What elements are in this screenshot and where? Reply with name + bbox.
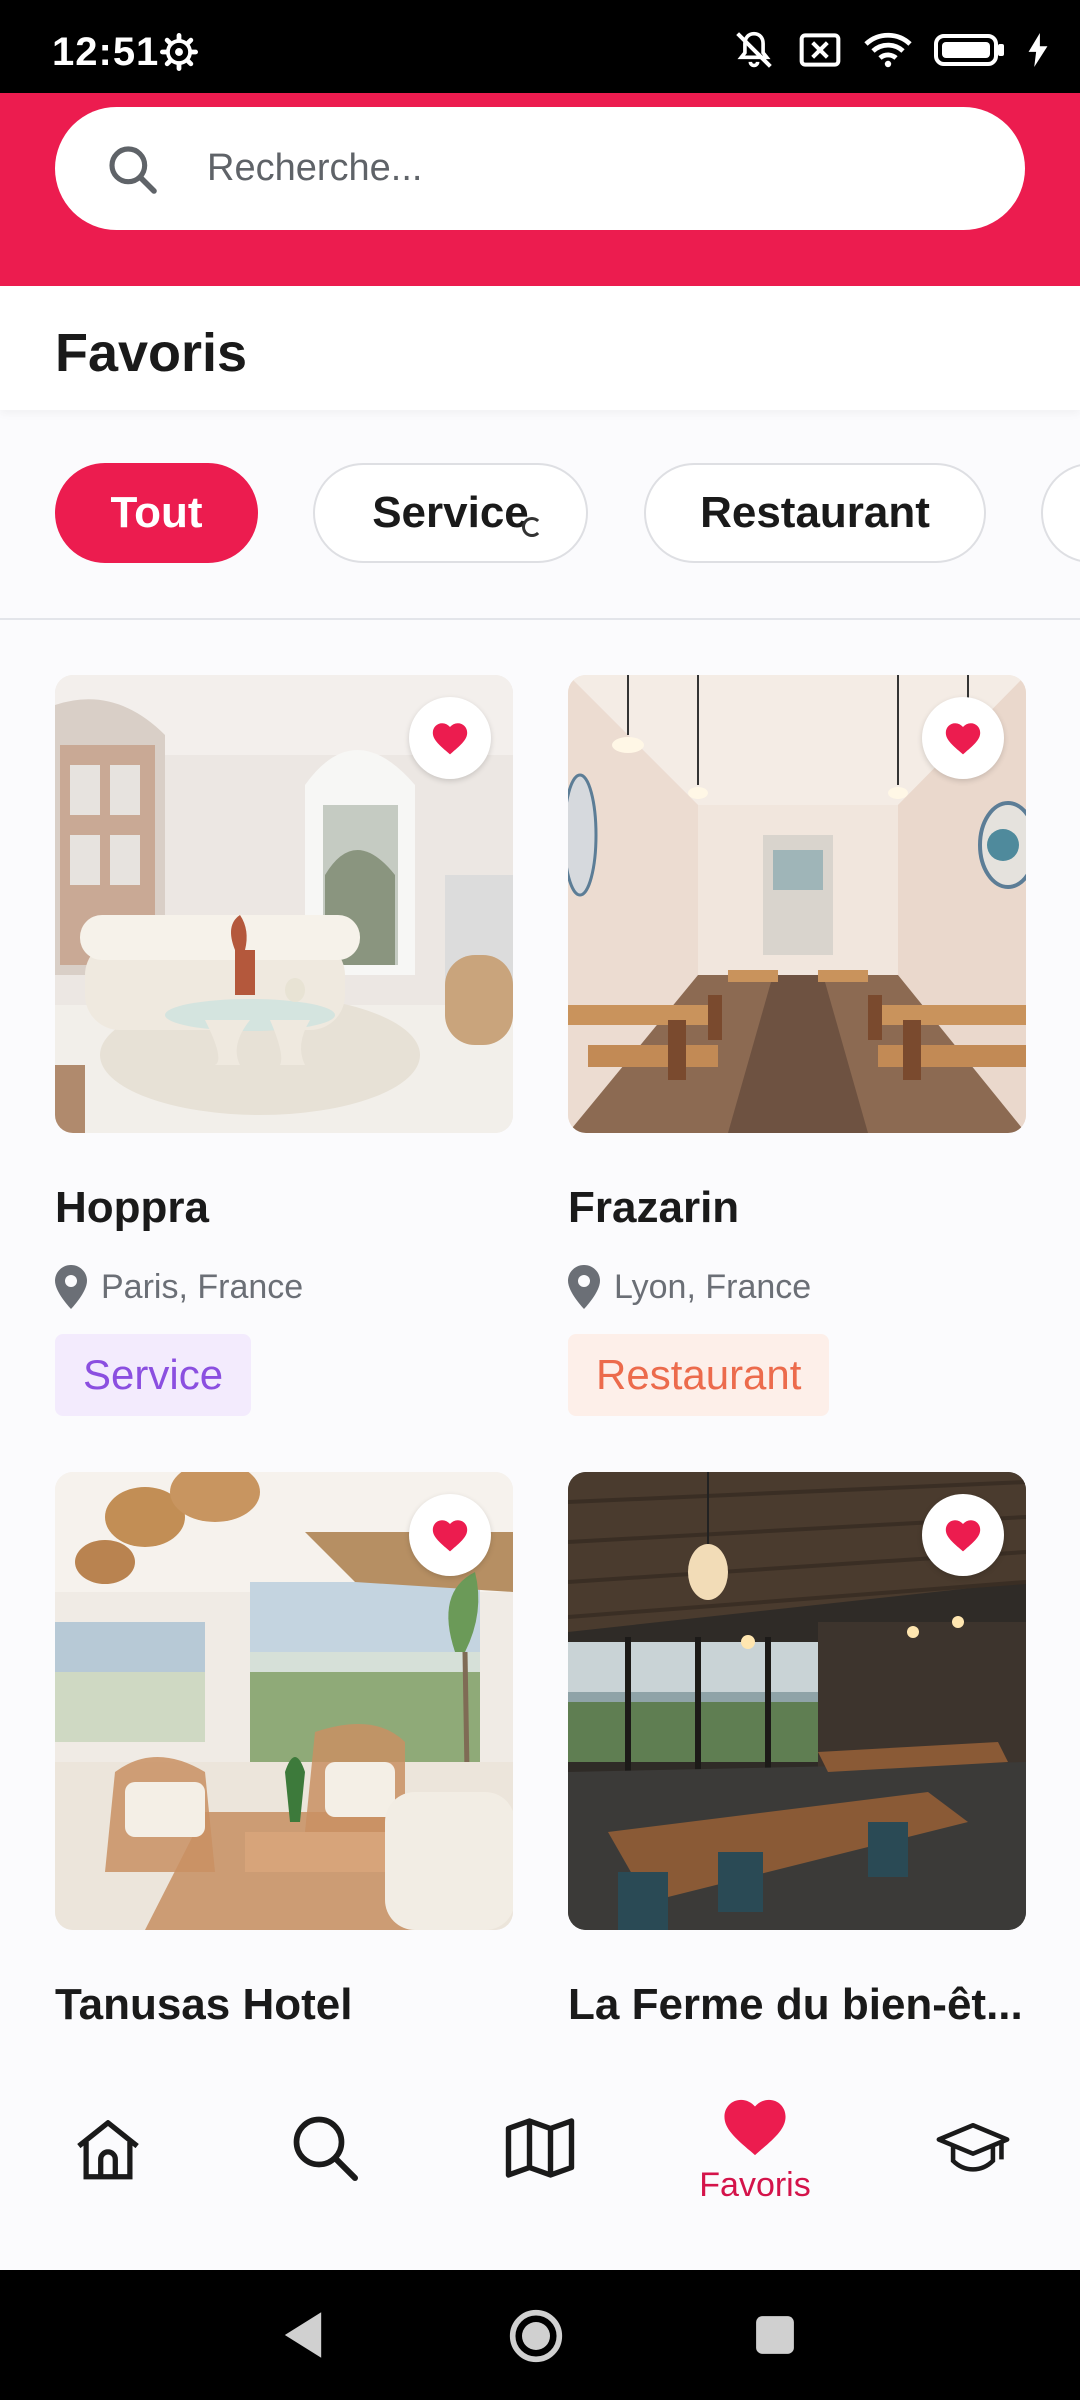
system-navigation-bar <box>0 2270 1080 2400</box>
card-title: La Ferme du bien-êt... <box>568 1980 1023 2029</box>
filter-chip-tout[interactable]: Tout <box>55 463 258 563</box>
loading-indicator <box>522 517 542 537</box>
card-title: Frazarin <box>568 1183 740 1232</box>
search-input[interactable] <box>207 107 987 230</box>
battery-icon <box>934 34 1004 66</box>
status-bar: 12:51 <box>0 0 1080 93</box>
status-time: 12:51 <box>52 30 160 74</box>
filter-chip-label: Tout <box>110 488 203 537</box>
home-button-icon[interactable] <box>508 2308 564 2364</box>
favorite-button[interactable] <box>922 697 1004 779</box>
nav-map[interactable] <box>487 2056 593 2270</box>
filter-chips: Tout Service Restaurant <box>0 410 1080 620</box>
filter-chip-restaurant[interactable]: Restaurant <box>644 463 986 563</box>
charging-icon <box>1028 33 1048 67</box>
category-tag: Restaurant <box>568 1334 830 1416</box>
heart-icon <box>724 2099 786 2156</box>
card-title: Tanusas Hotel <box>55 1980 353 2029</box>
nav-favoris[interactable]: Favoris <box>680 2056 830 2270</box>
map-icon <box>505 2118 575 2178</box>
favorite-button[interactable] <box>409 1494 491 1576</box>
search-icon <box>293 2116 358 2181</box>
filter-chip-service[interactable]: Service <box>313 463 588 563</box>
home-icon <box>77 2120 139 2180</box>
favorite-card-tanusas-hotel[interactable]: Tanusas Hotel <box>55 1472 513 2032</box>
favorite-button[interactable] <box>922 1494 1004 1576</box>
nav-search[interactable] <box>272 2056 378 2270</box>
heart-icon <box>945 723 981 755</box>
nav-label: Favoris <box>699 2166 811 2204</box>
heart-icon <box>432 1520 468 1552</box>
settings-icon <box>160 33 198 71</box>
favorite-card-la-ferme[interactable]: La Ferme du bien-êt... <box>568 1472 1026 2032</box>
filter-chip-more[interactable] <box>1041 463 1080 563</box>
card-location: Paris, France <box>55 1265 303 1309</box>
card-title: Hoppra <box>55 1183 209 1232</box>
status-icons <box>732 30 1048 70</box>
heart-icon <box>432 723 468 755</box>
favorite-card-hoppra[interactable]: Hoppra Paris, France Service <box>55 675 513 1435</box>
location-pin-icon <box>55 1265 87 1309</box>
location-pin-icon <box>568 1265 600 1309</box>
nav-home[interactable] <box>55 2056 161 2270</box>
filter-chip-label: Restaurant <box>700 488 930 537</box>
title-bar: Favoris <box>0 286 1080 410</box>
favorite-button[interactable] <box>409 697 491 779</box>
card-location: Lyon, France <box>568 1265 811 1309</box>
back-icon[interactable] <box>280 2310 326 2360</box>
category-tag: Service <box>55 1334 252 1416</box>
filter-chip-label: Service <box>372 488 529 537</box>
search-bar[interactable] <box>55 107 1025 230</box>
page-title: Favoris <box>55 323 248 383</box>
heart-icon <box>945 1520 981 1552</box>
favorite-card-frazarin[interactable]: Frazarin Lyon, France Restaurant <box>568 675 1026 1435</box>
search-icon <box>109 146 157 194</box>
mute-icon <box>736 31 772 68</box>
recents-icon[interactable] <box>754 2314 796 2356</box>
bottom-navigation: Favoris <box>0 2056 1080 2270</box>
nav-learn[interactable] <box>920 2056 1026 2270</box>
card-location-text: Lyon, France <box>614 1267 812 1306</box>
wifi-icon <box>864 32 912 68</box>
sim-error-icon <box>799 33 841 67</box>
card-location-text: Paris, France <box>101 1267 304 1306</box>
graduation-cap-icon <box>936 2122 1010 2172</box>
